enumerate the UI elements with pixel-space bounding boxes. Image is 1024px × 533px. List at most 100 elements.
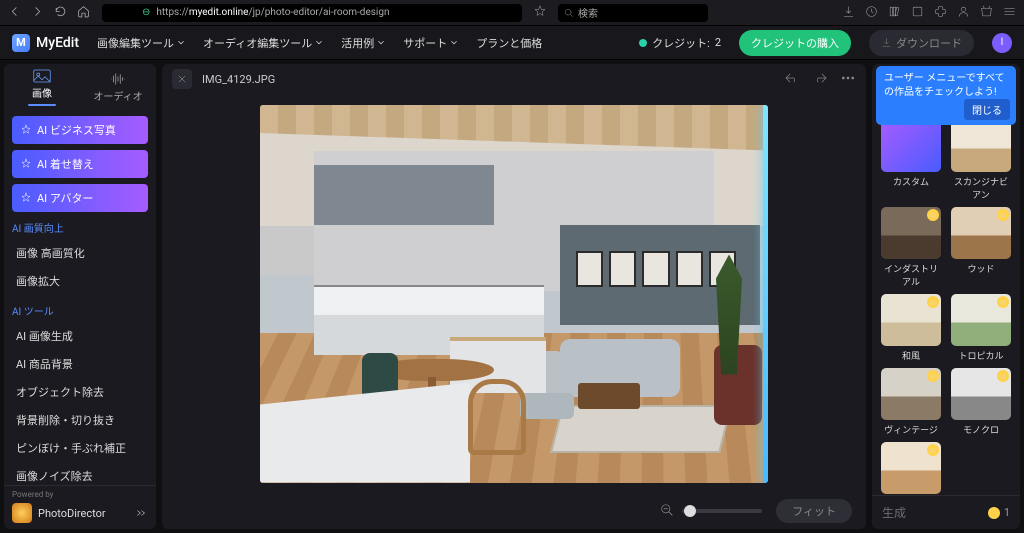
puzzle-icon[interactable] [934, 5, 947, 21]
zoom-out-icon[interactable] [660, 503, 674, 520]
protocol-icon: ⊖ [142, 7, 150, 18]
library-icon[interactable] [888, 5, 901, 21]
more-icon[interactable] [840, 71, 856, 88]
cat-tools: AI ツール [12, 303, 148, 318]
style-thumb: ☺ [951, 368, 1011, 420]
sidebar-ai-business[interactable]: AI ビジネス写真 [12, 116, 148, 144]
toast-close-button[interactable]: 閉じる [964, 99, 1010, 120]
credit-value: 2 [715, 36, 721, 49]
sidebar-tab-image-label: 画像 [32, 85, 52, 100]
shield-icon [110, 6, 120, 19]
toast-message: ユーザー メニューですべての作品をチェックしよう! [884, 73, 1005, 98]
url-bar[interactable]: ⊖ https://myedit.online/jp/photo-editor/… [102, 4, 522, 22]
style-label: ウッド [967, 262, 994, 275]
search-placeholder: 検索 [578, 5, 598, 20]
nav-image-tools[interactable]: 画像編集ツール [97, 35, 185, 51]
style-label: ヴィンテージ [884, 423, 938, 436]
logo-icon: M [12, 34, 30, 52]
pro-badge-icon: ☺ [927, 444, 939, 456]
nav-audio-tools[interactable]: オーディオ編集ツール [203, 35, 323, 51]
sidebar-item-upscale[interactable]: 画像 高画質化 [12, 239, 148, 267]
sidebar-tab-image[interactable]: 画像 [4, 64, 80, 110]
zoom-slider[interactable] [682, 509, 762, 513]
reload-icon[interactable] [54, 5, 67, 21]
pro-badge-icon: ☺ [927, 209, 939, 221]
sidebar-scroll[interactable]: AI ビジネス写真 AI 着せ替え AI アバター AI 画質向上 画像 高画質… [4, 110, 156, 485]
bookmark-icon[interactable] [534, 5, 546, 20]
canvas-body[interactable] [162, 94, 866, 493]
sidebar-ai-dressup[interactable]: AI 着せ替え [12, 150, 148, 178]
sidebar-item-denoise[interactable]: 画像ノイズ除去 [12, 462, 148, 485]
style-card-2[interactable]: ☺インダストリアル [880, 207, 942, 288]
pro-badge-icon: ☺ [927, 370, 939, 382]
canvas-pane: IMG_4129.JPG [162, 64, 866, 529]
home-icon[interactable] [77, 5, 90, 21]
style-card-5[interactable]: ☺トロピカル [950, 294, 1012, 362]
sidebar-item-bg-remove[interactable]: 背景削除・切り抜き [12, 406, 148, 434]
style-card-7[interactable]: ☺モノクロ [950, 368, 1012, 436]
pro-badge-icon: ☺ [927, 296, 939, 308]
style-card-4[interactable]: ☺ 和風 [880, 294, 942, 362]
style-thumb: ☺ [951, 294, 1011, 346]
browser-search[interactable]: 検索 [558, 4, 708, 22]
app-menu-icon[interactable] [1003, 5, 1016, 21]
pro-badge-icon: ☺ [997, 296, 1009, 308]
style-card-1[interactable]: スカンジナビアン [950, 120, 1012, 201]
style-thumb [881, 120, 941, 172]
zoom-control [660, 503, 762, 520]
style-label: カスタム [893, 175, 929, 188]
shopping-icon[interactable] [980, 5, 993, 21]
style-thumb: ☺ [881, 207, 941, 259]
photodirector-link[interactable]: PhotoDirector [12, 503, 148, 523]
sidebar-item-deblur[interactable]: ピンぼけ・手ぶれ補正 [12, 434, 148, 462]
forward-icon[interactable] [31, 5, 44, 21]
pro-badge-icon: ☺ [997, 209, 1009, 221]
history-icon[interactable] [865, 5, 878, 21]
download-icon[interactable] [842, 5, 855, 21]
download-button[interactable]: ダウンロード [869, 30, 974, 56]
sidebar-item-generate[interactable]: AI 画像生成 [12, 322, 148, 350]
top-nav: 画像編集ツール オーディオ編集ツール 活用例 サポート プランと価格 [97, 35, 542, 51]
style-card-8[interactable]: ☺ボヘミアン [880, 442, 942, 495]
fit-button[interactable]: フィット [776, 499, 852, 523]
redo-icon[interactable] [812, 71, 828, 88]
credit-display: クレジット: 2 [639, 35, 721, 51]
sidebar-ai-avatar[interactable]: AI アバター [12, 184, 148, 212]
browser-chrome: ⊖ https://myedit.online/jp/photo-editor/… [0, 0, 1024, 26]
photodirector-icon [12, 503, 32, 523]
generate-button[interactable]: 生成 [882, 504, 980, 521]
style-card-3[interactable]: ☺ ウッド [950, 207, 1012, 288]
pro-badge-icon: ☺ [997, 370, 1009, 382]
sidebar-item-object-remove[interactable]: オブジェクト除去 [12, 378, 148, 406]
account-icon[interactable] [957, 5, 970, 21]
user-menu-toast: ユーザー メニューですべての作品をチェックしよう! 閉じる [876, 66, 1016, 125]
buy-credits-button[interactable]: クレジットの購入 [739, 30, 851, 56]
sidebar-tab-audio[interactable]: オーディオ [80, 64, 156, 110]
undo-icon[interactable] [784, 71, 800, 88]
sidebar: 画像 オーディオ AI ビジネス写真 AI 着せ替え AI アバター AI 画質… [4, 64, 156, 529]
nav-support[interactable]: サポート [403, 35, 458, 51]
sidebar-item-product-bg[interactable]: AI 商品背景 [12, 350, 148, 378]
generate-cost: 1 [988, 506, 1010, 519]
style-card-6[interactable]: ☺ ヴィンテージ [880, 368, 942, 436]
style-label: 和風 [902, 349, 920, 362]
style-panel: ユーザー メニューですべての作品をチェックしよう! 閉じる カスタム スカンジナビ… [872, 64, 1020, 529]
room-image [260, 105, 768, 483]
style-thumb [951, 120, 1011, 172]
extension-box-icon[interactable] [911, 5, 924, 21]
close-file-button[interactable] [172, 69, 192, 89]
style-card-0[interactable]: カスタム [880, 120, 942, 201]
canvas-toolbar: IMG_4129.JPG [162, 64, 866, 94]
user-avatar[interactable]: I [992, 33, 1012, 53]
brand[interactable]: M MyEdit [12, 34, 79, 52]
nav-usecases[interactable]: 活用例 [341, 35, 385, 51]
credit-label: クレジット: [652, 35, 710, 51]
sidebar-item-enlarge[interactable]: 画像拡大 [12, 267, 148, 295]
generate-cost-value: 1 [1004, 506, 1010, 519]
style-thumb: ☺ [881, 368, 941, 420]
url-text: https://myedit.online/jp/photo-editor/ai… [156, 7, 389, 18]
styles-grid[interactable]: カスタムスカンジナビアン☺インダストリアル☺ウッド☺和風☺トロピカル☺ヴィンテー… [872, 64, 1020, 495]
photodirector-label: PhotoDirector [38, 507, 128, 520]
back-icon[interactable] [8, 5, 21, 21]
nav-plans[interactable]: プランと価格 [476, 35, 542, 51]
